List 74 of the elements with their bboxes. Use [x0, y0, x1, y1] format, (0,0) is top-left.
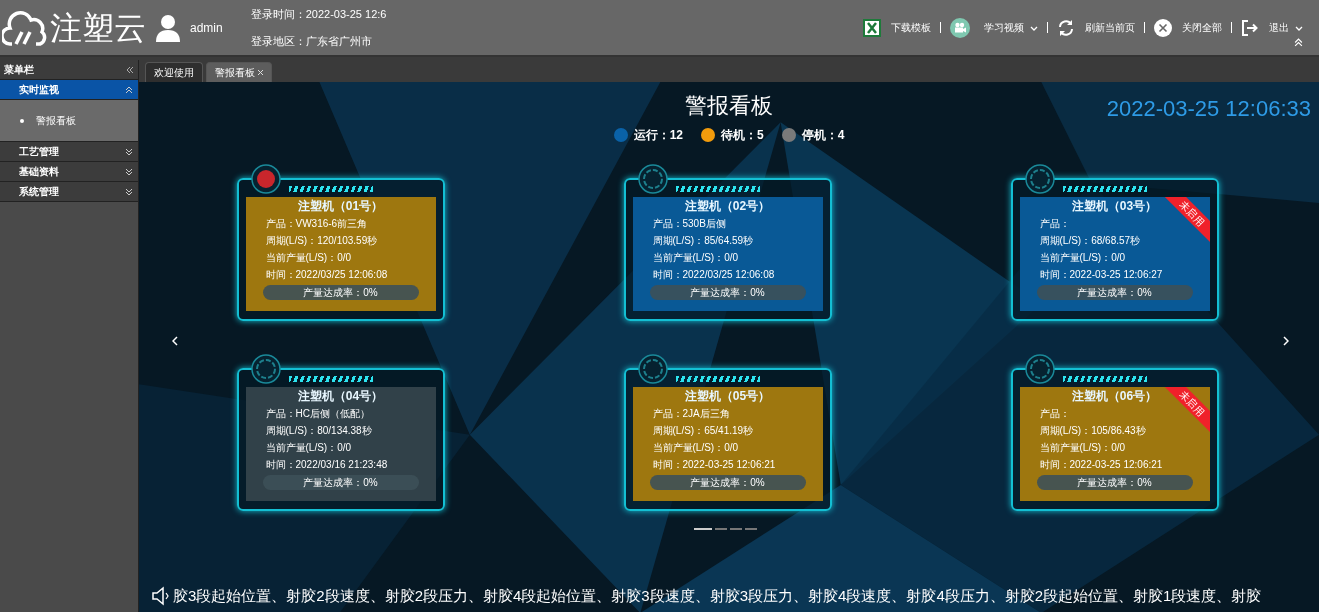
logout-icon [1241, 18, 1259, 37]
logout-button[interactable]: 退出 [1241, 18, 1303, 37]
machine-product: 产品：HC后侧（低配） [265, 407, 371, 421]
machine-time: 时间：2022-03-25 12:06:27 [1039, 268, 1164, 282]
machine-name: 注塑机（03号） [1071, 198, 1158, 215]
refresh-button[interactable]: 刷新当前页 [1057, 18, 1135, 37]
machine-product: 产品： [1039, 407, 1071, 421]
machine-name: 注塑机（06号） [1071, 388, 1158, 405]
machine-name: 注塑机（01号） [297, 198, 384, 215]
rate-pill: 产量达成率：0% [262, 475, 419, 490]
machine-time: 时间：2022/03/25 12:06:08 [265, 268, 389, 282]
machine-name: 注塑机（05号） [684, 388, 771, 405]
rate-pill: 产量达成率：0% [649, 475, 806, 490]
speaker-icon [151, 585, 171, 606]
collapse-icon[interactable] [125, 85, 133, 94]
machine-product: 产品：2JA后三角 [652, 407, 731, 421]
close-button[interactable]: 关闭全部 [1154, 18, 1222, 37]
board-title: 警报看板 [685, 92, 773, 120]
machine-output: 当前产量(L/S)：0/0 [1039, 441, 1127, 455]
menu-group[interactable]: 系统管理 [0, 182, 138, 202]
menu-item[interactable]: 警报看板 [36, 113, 76, 128]
machine-product: 产品：530B后侧 [652, 217, 727, 231]
machine-time: 时间：2022-03-25 12:06:21 [1039, 458, 1164, 472]
close-icon [1154, 18, 1172, 37]
legend-label: 待机：5 [721, 127, 764, 144]
camera-icon [950, 17, 970, 38]
clock: 2022-03-25 12:06:33 [1106, 95, 1311, 123]
machine-time: 时间：2022/03/16 21:23:48 [265, 458, 389, 472]
machine-cycle: 周期(L/S)：85/64.59秒 [652, 234, 755, 248]
close-icon[interactable] [258, 70, 263, 75]
excel-button[interactable]: 下载模板 [863, 18, 931, 37]
refresh-icon [1057, 18, 1075, 37]
machine-output: 当前产量(L/S)：0/0 [1039, 251, 1127, 265]
collapse-header-icon[interactable] [1294, 37, 1303, 47]
machine-name: 注塑机（02号） [684, 198, 771, 215]
excel-icon [863, 18, 881, 37]
legend-label: 停机：4 [801, 127, 845, 144]
machine-output: 当前产量(L/S)：0/0 [265, 251, 353, 265]
login-region: 登录地区：广东省广州市 [250, 33, 373, 49]
machine-time: 时间：2022/03/25 12:06:08 [652, 268, 776, 282]
user-name: admin [190, 19, 223, 37]
machine-cycle: 周期(L/S)：65/41.19秒 [652, 424, 755, 438]
machine-output: 当前产量(L/S)：0/0 [652, 251, 740, 265]
machine-time: 时间：2022-03-25 12:06:21 [652, 458, 777, 472]
machine-output: 当前产量(L/S)：0/0 [265, 441, 353, 455]
tab[interactable]: 欢迎使用 [145, 62, 203, 82]
user-icon [156, 13, 180, 42]
menu-group[interactable]: 基础资料 [0, 162, 138, 182]
expand-icon[interactable] [125, 167, 133, 176]
machine-cycle: 周期(L/S)：68/68.57秒 [1039, 234, 1142, 248]
machine-cycle: 周期(L/S)：120/103.59秒 [265, 234, 379, 248]
machine-cycle: 周期(L/S)：105/86.43秒 [1039, 424, 1147, 438]
tab[interactable]: 警报看板 [206, 62, 272, 82]
login-time: 登录时间：2022-03-25 12:6 [250, 7, 387, 22]
menu-group[interactable]: 实时监视 [0, 80, 138, 100]
marquee-text: 胶3段起始位置、射胶2段速度、射胶2段压力、射胶4段起始位置、射胶3段速度、射胶3段压力、射胶4段速度、射胶4段压力、射胶2段起始位置、射胶1段速度、射胶 [173, 585, 1262, 606]
menu-group[interactable]: 工艺管理 [0, 142, 138, 162]
rate-pill: 产量达成率：0% [1036, 475, 1193, 490]
expand-icon[interactable] [125, 147, 133, 156]
machine-cycle: 周期(L/S)：80/134.38秒 [265, 424, 373, 438]
video-button[interactable]: 学习视频 [950, 17, 1038, 38]
rate-pill: 产量达成率：0% [1036, 285, 1193, 300]
machine-product: 产品： [1039, 217, 1071, 231]
machine-name: 注塑机（04号） [297, 388, 384, 405]
machine-output: 当前产量(L/S)：0/0 [652, 441, 740, 455]
collapse-icon[interactable] [126, 65, 134, 74]
rate-pill: 产量达成率：0% [262, 285, 419, 300]
app-logo: 注塑云 [50, 11, 146, 44]
expand-icon[interactable] [125, 187, 133, 196]
machine-product: 产品：VW316-6前三角 [265, 217, 369, 231]
bullet-icon [20, 118, 24, 123]
rate-pill: 产量达成率：0% [649, 285, 806, 300]
sidebar-header: 菜单栏 [0, 60, 138, 80]
legend-label: 运行：12 [633, 127, 683, 144]
